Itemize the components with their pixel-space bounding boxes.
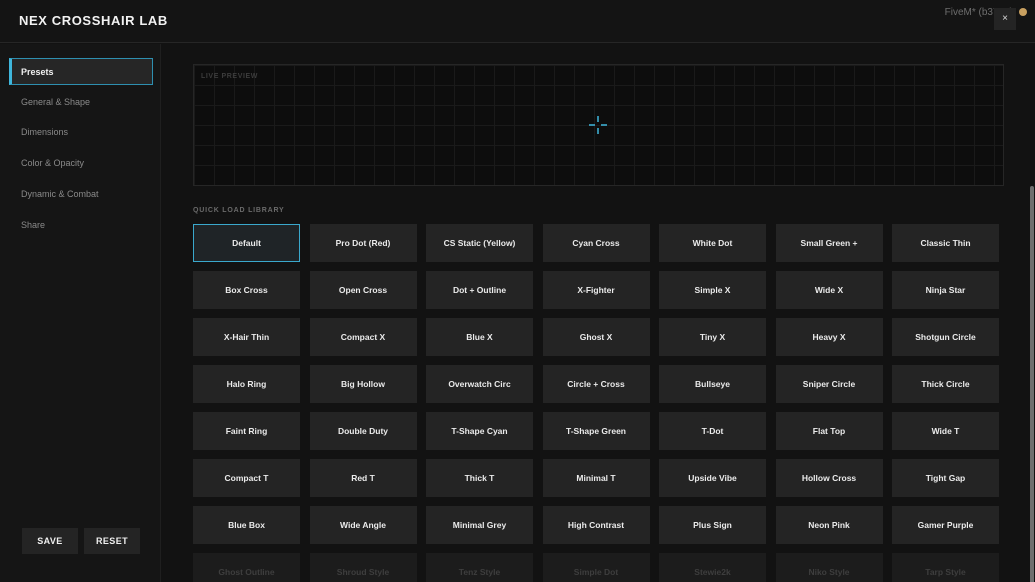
preset-button[interactable]: Compact T	[193, 459, 300, 497]
preset-button[interactable]: Compact X	[309, 318, 417, 356]
preset-button[interactable]: Wide Angle	[309, 506, 417, 544]
preset-button[interactable]: Plus Sign	[659, 506, 766, 544]
preset-button[interactable]: Simple X	[659, 271, 766, 309]
preset-button[interactable]: CS Static (Yellow)	[426, 224, 533, 262]
preset-button[interactable]: Tiny X	[659, 318, 766, 356]
preset-button[interactable]: Ghost X	[542, 318, 650, 356]
sidebar-item-share[interactable]: Share	[9, 212, 153, 239]
preset-button[interactable]: Open Cross	[309, 271, 417, 309]
sidebar-item-general-shape[interactable]: General & Shape	[9, 89, 153, 116]
sidebar-item-dynamic-combat[interactable]: Dynamic & Combat	[9, 181, 153, 208]
reset-button[interactable]: RESET	[84, 528, 140, 554]
preset-button[interactable]: X-Fighter	[542, 271, 650, 309]
preset-button[interactable]: Pro Dot (Red)	[309, 224, 417, 262]
preset-button[interactable]: Bullseye	[659, 365, 766, 403]
preset-button[interactable]: Overwatch Circ	[426, 365, 533, 403]
preset-button[interactable]: Wide X	[775, 271, 883, 309]
preset-button[interactable]: Ninja Star	[892, 271, 999, 309]
preset-button[interactable]: Sniper Circle	[775, 365, 883, 403]
app-title: NEX CROSSHAIR LAB	[19, 13, 168, 28]
preset-button[interactable]: Ghost Outline	[193, 553, 300, 582]
preset-button[interactable]: Heavy X	[775, 318, 883, 356]
title-bar: NEX CROSSHAIR LAB FiveM* (b3751)	[0, 0, 1035, 43]
preset-button[interactable]: Neon Pink	[775, 506, 883, 544]
preset-button[interactable]: Thick Circle	[892, 365, 999, 403]
sidebar: Presets General & Shape Dimensions Color & …	[0, 44, 161, 582]
preset-button[interactable]: Thick T	[426, 459, 533, 497]
preset-button[interactable]: Default	[193, 224, 300, 262]
preset-button[interactable]: Tight Gap	[892, 459, 999, 497]
save-button[interactable]: SAVE	[22, 528, 78, 554]
main-panel: LIVE PREVIEW QUICK LOAD LIBRARY Default P…	[162, 44, 1035, 582]
scrollbar-thumb[interactable]	[1030, 186, 1034, 582]
preset-button[interactable]: Faint Ring	[193, 412, 300, 450]
sidebar-item-presets[interactable]: Presets	[9, 58, 153, 85]
sidebar-item-dimensions[interactable]: Dimensions	[9, 119, 153, 146]
preset-button[interactable]: Simple Dot	[542, 553, 650, 582]
preset-button[interactable]: Blue Box	[193, 506, 300, 544]
preset-button[interactable]: Wide T	[892, 412, 999, 450]
preset-button[interactable]: Upside Vibe	[659, 459, 766, 497]
preset-button[interactable]: Tenz Style	[426, 553, 533, 582]
preset-button[interactable]: Small Green +	[775, 224, 883, 262]
preset-button[interactable]: Blue X	[426, 318, 533, 356]
close-button[interactable]: ×	[994, 8, 1016, 30]
preset-button[interactable]: Minimal Grey	[426, 506, 533, 544]
preset-button[interactable]: Stewie2k	[659, 553, 766, 582]
preset-button[interactable]: Halo Ring	[193, 365, 300, 403]
preset-button[interactable]: Shotgun Circle	[892, 318, 999, 356]
host-status-icon	[1019, 8, 1027, 16]
preset-button[interactable]: Hollow Cross	[775, 459, 883, 497]
preview-label: LIVE PREVIEW	[201, 73, 258, 80]
preset-button[interactable]: Double Duty	[309, 412, 417, 450]
scrollbar[interactable]	[1027, 44, 1035, 582]
preset-grid: Default Pro Dot (Red) CS Static (Yellow) Cy…	[193, 224, 1001, 582]
preset-button[interactable]: X-Hair Thin	[193, 318, 300, 356]
preset-button[interactable]: Shroud Style	[309, 553, 417, 582]
preset-button[interactable]: Circle + Cross	[542, 365, 650, 403]
preset-button[interactable]: T-Shape Green	[542, 412, 650, 450]
preset-button[interactable]: Gamer Purple	[892, 506, 999, 544]
crosshair-preview-icon	[589, 116, 607, 134]
preset-button[interactable]: White Dot	[659, 224, 766, 262]
preset-button[interactable]: Box Cross	[193, 271, 300, 309]
live-preview: LIVE PREVIEW	[193, 64, 1004, 186]
preset-button[interactable]: High Contrast	[542, 506, 650, 544]
preset-button[interactable]: Tarp Style	[892, 553, 999, 582]
preset-button[interactable]: Niko Style	[775, 553, 883, 582]
preset-button[interactable]: Classic Thin	[892, 224, 999, 262]
preset-button[interactable]: T-Dot	[659, 412, 766, 450]
sidebar-item-color-opacity[interactable]: Color & Opacity	[9, 150, 153, 177]
preset-button[interactable]: Flat Top	[775, 412, 883, 450]
preset-button[interactable]: Cyan Cross	[542, 224, 650, 262]
preset-button[interactable]: Red T	[309, 459, 417, 497]
preset-button[interactable]: T-Shape Cyan	[426, 412, 533, 450]
preset-button[interactable]: Dot + Outline	[426, 271, 533, 309]
preset-button[interactable]: Big Hollow	[309, 365, 417, 403]
preset-button[interactable]: Minimal T	[542, 459, 650, 497]
library-label: QUICK LOAD LIBRARY	[193, 207, 285, 214]
